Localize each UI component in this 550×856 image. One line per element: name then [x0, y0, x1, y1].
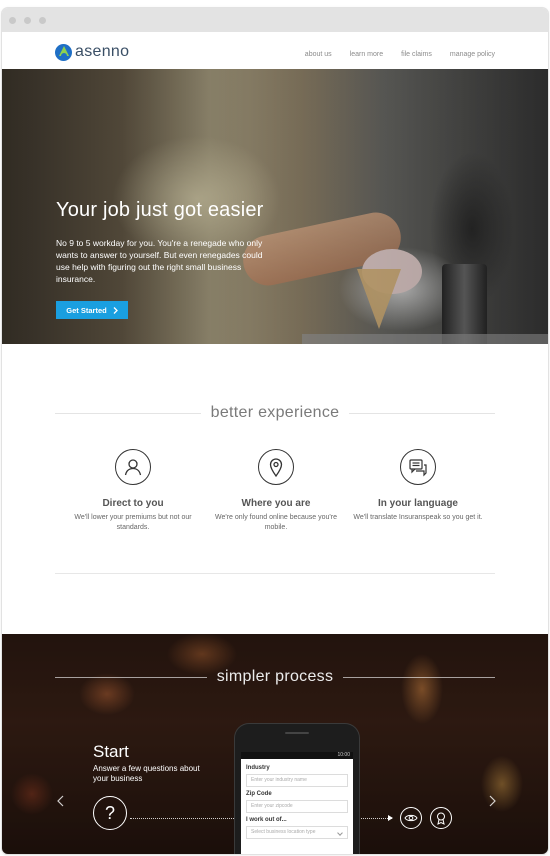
- zip-code-input[interactable]: Enter your zipcode: [246, 800, 348, 813]
- site-header: asenno about us learn more file claims m…: [2, 32, 548, 69]
- main-nav: about us learn more file claims manage p…: [305, 51, 495, 58]
- phone-status-bar: 10:00: [241, 752, 353, 759]
- feature-where-you-are: Where you are We're only found online be…: [206, 449, 346, 533]
- question-icon[interactable]: ?: [93, 796, 127, 830]
- section-title: better experience: [210, 404, 340, 421]
- window-maximize-dot[interactable]: [39, 16, 46, 24]
- heading-rule-left: [55, 412, 201, 414]
- industry-input[interactable]: Enter your industry name: [246, 774, 348, 787]
- feature-in-your-language: In your language We'll translate Insuran…: [348, 449, 488, 523]
- hero-title: Your job just got easier: [56, 199, 264, 221]
- chevron-right-icon: [489, 795, 496, 807]
- site-logo[interactable]: asenno: [55, 43, 129, 61]
- feature-title: Direct to you: [102, 498, 164, 509]
- phone-mockup: 10:00 Industry Enter your industry name …: [235, 724, 359, 854]
- feature-text: We're only found online because you're m…: [214, 514, 337, 531]
- feature-text: We'll translate Insuranspeak so you get …: [353, 514, 483, 521]
- location-pin-icon: [258, 449, 294, 485]
- window-minimize-dot[interactable]: [24, 16, 31, 24]
- step-description: Answer a few questions about your busine…: [93, 764, 200, 783]
- user-icon: [115, 449, 151, 485]
- get-started-label: Get Started: [66, 305, 107, 315]
- chevron-left-icon: [57, 795, 64, 807]
- logo-mark-icon: [55, 43, 72, 61]
- features-section: better experience Direct to you We'll lo…: [2, 344, 548, 634]
- feature-title: Where you are: [241, 498, 311, 509]
- window-close-dot[interactable]: [9, 16, 16, 24]
- nav-link-manage-policy[interactable]: manage policy: [450, 51, 495, 58]
- carousel-next-arrow[interactable]: [489, 794, 496, 810]
- browser-chrome: [2, 8, 548, 32]
- eye-icon[interactable]: [400, 807, 422, 829]
- chevron-right-icon: [113, 306, 118, 314]
- feature-text: We'll lower your premiums but not our st…: [74, 514, 192, 531]
- nav-link-about-us[interactable]: about us: [305, 51, 332, 58]
- feature-direct-to-you: Direct to you We'll lower your premiums …: [63, 449, 203, 533]
- chat-bubbles-icon: [400, 449, 436, 485]
- nav-link-learn-more[interactable]: learn more: [350, 51, 383, 58]
- step-title: Start: [93, 742, 129, 761]
- section-title: simpler process: [216, 668, 334, 685]
- logo-text: asenno: [75, 43, 130, 60]
- phone-screen: 10:00 Industry Enter your industry name …: [241, 752, 353, 854]
- heading-rule-right: [349, 412, 496, 414]
- zip-code-label: Zip Code: [246, 791, 272, 797]
- nav-link-file-claims[interactable]: file claims: [401, 51, 432, 58]
- hero-section: Your job just got easier No 9 to 5 workd…: [2, 69, 548, 344]
- get-started-button[interactable]: Get Started: [56, 301, 128, 319]
- award-icon[interactable]: [430, 807, 452, 829]
- phone-speaker: [285, 732, 309, 734]
- browser-window: asenno about us learn more file claims m…: [2, 8, 548, 854]
- process-section: simpler process Start Answer a few quest…: [2, 634, 548, 854]
- heading-rule-right: [343, 676, 495, 678]
- heading-rule-left: [55, 676, 207, 678]
- location-type-label: I work out of...: [246, 817, 287, 823]
- simpler-process-heading: simpler process: [55, 668, 495, 686]
- hero-body: No 9 to 5 workday for you. You're a rene…: [56, 238, 263, 284]
- quote-form: Industry Enter your industry name Zip Co…: [241, 759, 353, 843]
- progress-arrow-icon: [388, 815, 393, 821]
- better-experience-heading: better experience: [55, 404, 496, 422]
- section-divider: [55, 573, 495, 574]
- carousel-prev-arrow[interactable]: [57, 794, 64, 810]
- industry-label: Industry: [246, 765, 270, 771]
- feature-title: In your language: [377, 498, 458, 509]
- location-type-select[interactable]: Select business location type: [246, 826, 348, 839]
